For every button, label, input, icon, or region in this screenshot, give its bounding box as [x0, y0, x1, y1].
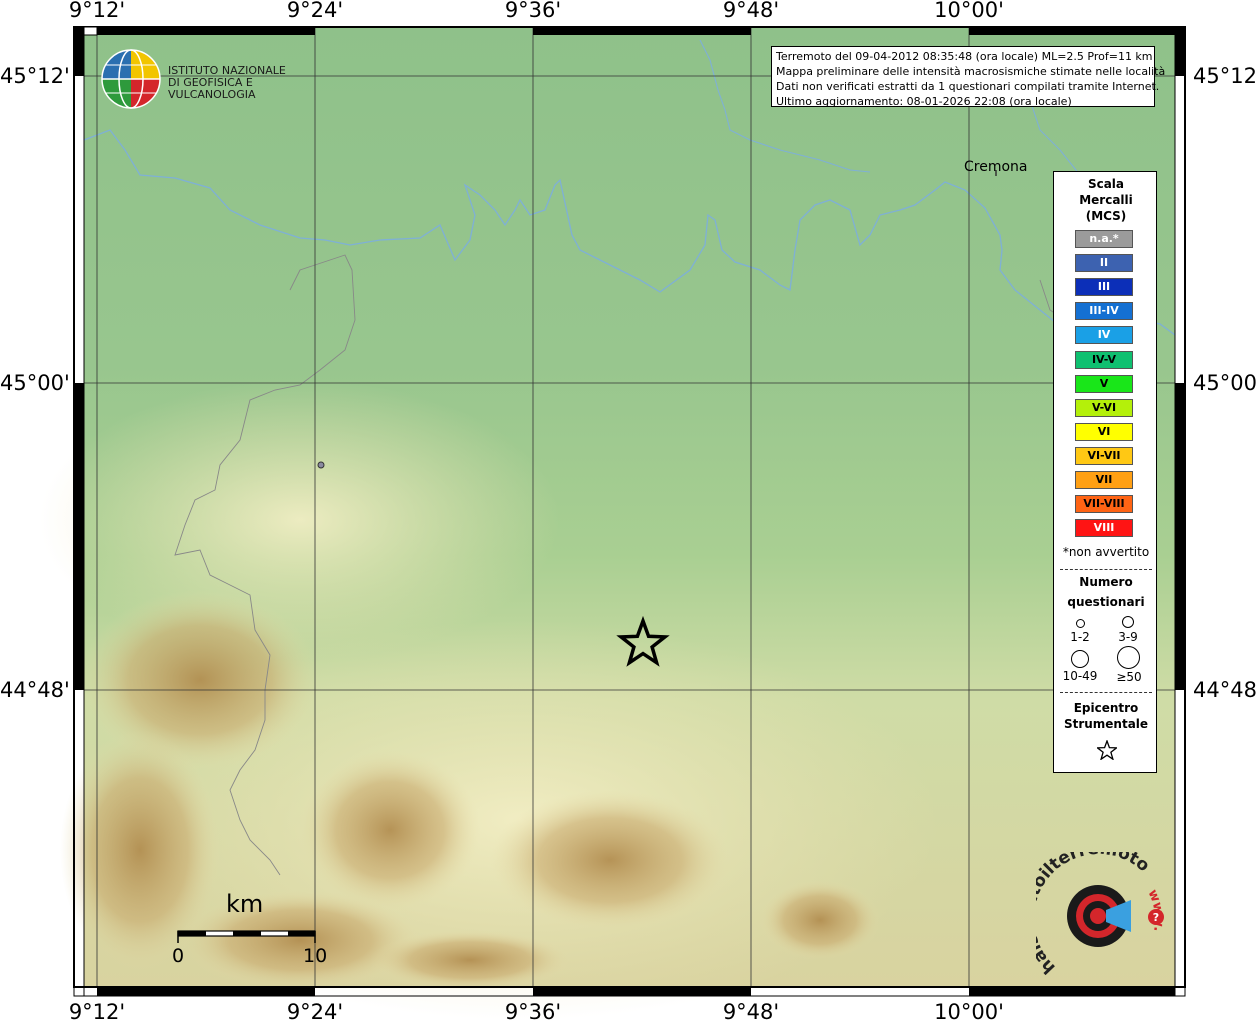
- count-title-2: questionari: [1067, 595, 1145, 609]
- ingv-logo-text: ISTITUTO NAZIONALE DI GEOFISICA E VULCAN…: [168, 65, 330, 101]
- legend-swatch: II: [1075, 254, 1133, 273]
- legend-title-1: Scala: [1087, 177, 1125, 191]
- lat-label-left-1: 45°12': [0, 64, 70, 88]
- count-circle-small: [1076, 619, 1085, 628]
- scale-bar: km 0 10: [170, 890, 330, 970]
- lon-label-bottom-2: 9°24': [286, 1000, 344, 1024]
- legend-swatch: VII: [1075, 471, 1133, 489]
- legend-swatch: VI-VII: [1075, 446, 1133, 465]
- lon-label-top-4: 9°48': [722, 0, 780, 22]
- event-info-box: Terremoto del 09-04-2012 08:35:48 (ora l…: [771, 46, 1166, 108]
- legend-swatch: IV: [1075, 326, 1133, 345]
- lon-label-bottom-5: 10°00': [934, 1000, 1004, 1024]
- legend-swatch: VIII: [1075, 519, 1133, 538]
- count-label-4: ≥50: [1116, 670, 1142, 684]
- lon-label-bottom-4: 9°48': [722, 1000, 780, 1024]
- info-line-3: Dati non verificati estratti da 1 questi…: [776, 80, 1160, 93]
- globe-icon: [101, 49, 161, 109]
- lon-label-top-3: 9°36': [504, 0, 562, 22]
- epicenter-legend-star-icon: [1097, 740, 1117, 760]
- count-circle-medium: [1122, 616, 1134, 628]
- legend-swatch: III-IV: [1075, 302, 1133, 321]
- legend-swatch: VI: [1075, 422, 1133, 441]
- map-figure: 9°12' 9°24' 9°36' 9°48' 10°00' 9°12' 9°2…: [0, 0, 1257, 1024]
- locality-marker: [317, 461, 325, 469]
- lat-label-right-2: 45°00': [1193, 371, 1257, 395]
- count-label-2: 3-9: [1118, 630, 1138, 644]
- legend-separator-2: [1060, 692, 1152, 693]
- lon-label-top-2: 9°24': [286, 0, 344, 22]
- count-label-1: 1-2: [1070, 630, 1090, 644]
- lat-label-right-1: 45°12': [1193, 64, 1257, 88]
- scale-bar-unit: km: [226, 890, 264, 918]
- lat-label-left-2: 45°00': [0, 371, 70, 395]
- terrain: [40, 27, 1175, 1020]
- legend-swatch: VII-VIII: [1075, 495, 1133, 514]
- lon-label-bottom-3: 9°36': [504, 1000, 562, 1024]
- legend-swatch: V-VI: [1075, 398, 1133, 417]
- ingv-logo: ISTITUTO NAZIONALE DI GEOFISICA E VULCAN…: [100, 48, 330, 110]
- legend-title-3: (MCS): [1085, 209, 1127, 223]
- scale-bar-min: 0: [172, 945, 185, 967]
- scale-bar-max: 10: [303, 945, 328, 967]
- city-label: Cremona: [964, 159, 1028, 175]
- epi-title-2: Strumentale: [1063, 717, 1149, 731]
- site-logo: haisentitoilterremoto.it www. ?: [1036, 852, 1166, 978]
- info-line-4: Ultimo aggiornamento: 08-01-2026 22:08 (…: [776, 95, 1072, 108]
- lon-label-bottom-1: 9°12': [68, 1000, 126, 1024]
- legend-note: *non avvertito: [1062, 545, 1150, 559]
- legend-swatch: III: [1075, 278, 1133, 297]
- legend-swatch: IV-V: [1075, 350, 1133, 369]
- svg-text:?: ?: [1153, 911, 1159, 924]
- count-label-3: 10-49: [1062, 669, 1098, 683]
- lon-label-top-1: 9°12': [68, 0, 126, 22]
- count-circle-xlarge: [1117, 646, 1140, 669]
- legend-separator-1: [1060, 569, 1152, 570]
- legend-swatch: V: [1075, 374, 1133, 393]
- count-circle-large: [1071, 650, 1089, 668]
- ingv-line-2: DI GEOFISICA E VULCANOLOGIA: [168, 76, 256, 101]
- legend-panel: Scala Mercalli (MCS) n.a.* II III III-IV IV I…: [1053, 171, 1157, 773]
- epi-title-1: Epicentro: [1073, 701, 1139, 715]
- lat-label-right-3: 44°48': [1193, 678, 1257, 702]
- info-line-1: Terremoto del 09-04-2012 08:35:48 (ora l…: [776, 50, 1153, 63]
- count-title-1: Numero: [1079, 575, 1133, 589]
- legend-swatch: n.a.*: [1075, 230, 1133, 248]
- lon-label-top-5: 10°00': [934, 0, 1004, 22]
- lat-label-left-3: 44°48': [0, 678, 70, 702]
- legend-title-2: Mercalli: [1079, 193, 1133, 207]
- info-line-2: Mappa preliminare delle intensità macros…: [776, 65, 1166, 78]
